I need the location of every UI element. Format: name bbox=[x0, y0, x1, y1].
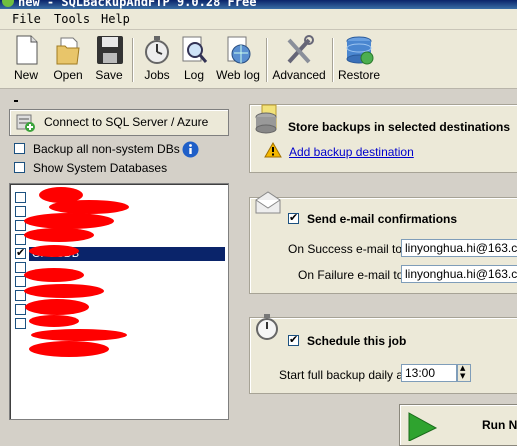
small-marker bbox=[14, 100, 18, 102]
window-title: new - SQLBackupAndFTP 9.0.28 Free bbox=[18, 0, 257, 9]
show-system-db-checkbox[interactable] bbox=[14, 162, 25, 173]
menu-file[interactable]: File bbox=[12, 12, 41, 26]
server-add-icon bbox=[16, 114, 35, 132]
jobs-label: Jobs bbox=[144, 68, 170, 82]
web-log-button[interactable]: Web log bbox=[216, 34, 260, 86]
stopwatch-schedule-icon bbox=[256, 314, 278, 340]
send-email-checkbox[interactable] bbox=[288, 211, 299, 224]
spin-up-icon[interactable]: ▲ bbox=[460, 364, 465, 372]
web-globe-icon bbox=[227, 36, 251, 64]
toolbar-separator bbox=[132, 38, 134, 82]
stopwatch-icon bbox=[145, 36, 169, 64]
open-folder-icon bbox=[56, 37, 80, 65]
schedule-title: Schedule this job bbox=[307, 334, 407, 348]
time-spinner[interactable]: ▲ ▼ bbox=[457, 364, 471, 382]
start-time-label: Start full backup daily at: bbox=[279, 368, 410, 382]
schedule-panel: Schedule this job Start full backup dail… bbox=[249, 317, 517, 394]
new-label: New bbox=[13, 68, 38, 82]
save-button[interactable]: Save bbox=[91, 34, 127, 86]
menu-help[interactable]: Help bbox=[101, 12, 130, 26]
log-button[interactable]: Log bbox=[178, 34, 210, 86]
backup-all-checkbox[interactable] bbox=[14, 143, 25, 154]
redaction-overlay bbox=[24, 187, 129, 357]
log-label: Log bbox=[183, 68, 205, 82]
toolbar-separator bbox=[266, 38, 268, 82]
database-stack-icon bbox=[255, 104, 277, 134]
new-file-icon bbox=[16, 35, 38, 65]
connect-sql-server-button[interactable]: Connect to SQL Server / Azure bbox=[9, 109, 229, 136]
envelope-icon bbox=[255, 191, 281, 214]
email-panel: Send e-mail confirmations On Success e-m… bbox=[249, 197, 517, 294]
failure-email-input[interactable]: linyonghua.hi@163.com bbox=[401, 265, 517, 283]
warning-icon bbox=[264, 142, 282, 158]
save-label: Save bbox=[95, 68, 123, 82]
success-email-label: On Success e-mail to: bbox=[288, 242, 406, 256]
show-system-db-label: Show System Databases bbox=[33, 161, 168, 175]
web-log-label: Web log bbox=[216, 68, 260, 82]
schedule-checkbox[interactable] bbox=[288, 333, 299, 346]
title-bar: new - SQLBackupAndFTP 9.0.28 Free bbox=[0, 0, 517, 9]
destinations-title: Store backups in selected destinations bbox=[288, 120, 511, 134]
info-icon[interactable] bbox=[182, 141, 199, 158]
run-now-button[interactable]: Run No bbox=[399, 404, 517, 446]
advanced-label: Advanced bbox=[272, 68, 326, 82]
menu-bar: File Tools Help bbox=[0, 9, 517, 30]
email-title: Send e-mail confirmations bbox=[307, 212, 458, 226]
tools-icon bbox=[287, 35, 314, 64]
backup-all-label: Backup all non-system DBs bbox=[33, 142, 180, 156]
toolbar-separator bbox=[332, 38, 334, 82]
start-time-input[interactable]: 13:00 bbox=[401, 364, 457, 382]
open-label: Open bbox=[53, 68, 83, 82]
jobs-button[interactable]: Jobs bbox=[139, 34, 175, 86]
open-button[interactable]: Open bbox=[50, 34, 86, 86]
add-destination-link[interactable]: Add backup destination bbox=[289, 145, 414, 159]
new-button[interactable]: New bbox=[8, 34, 44, 86]
advanced-button[interactable]: Advanced bbox=[272, 34, 326, 86]
destinations-panel: Store backups in selected destinations A… bbox=[249, 104, 517, 173]
app-icon bbox=[2, 0, 14, 7]
connect-label: Connect to SQL Server / Azure bbox=[44, 115, 209, 129]
menu-tools[interactable]: Tools bbox=[54, 12, 90, 26]
magnifier-icon bbox=[182, 36, 208, 63]
success-email-input[interactable]: linyonghua.hi@163.com bbox=[401, 239, 517, 257]
spin-down-icon[interactable]: ▼ bbox=[460, 372, 465, 380]
toolbar: New Open Save Jobs Log Web log Advanced … bbox=[0, 30, 517, 89]
restore-button[interactable]: Restore bbox=[338, 34, 380, 86]
play-icon bbox=[408, 412, 438, 441]
failure-email-label: On Failure e-mail to: bbox=[298, 268, 407, 282]
restore-label: Restore bbox=[338, 68, 381, 82]
floppy-disk-icon bbox=[97, 36, 123, 64]
database-restore-icon bbox=[346, 36, 374, 65]
